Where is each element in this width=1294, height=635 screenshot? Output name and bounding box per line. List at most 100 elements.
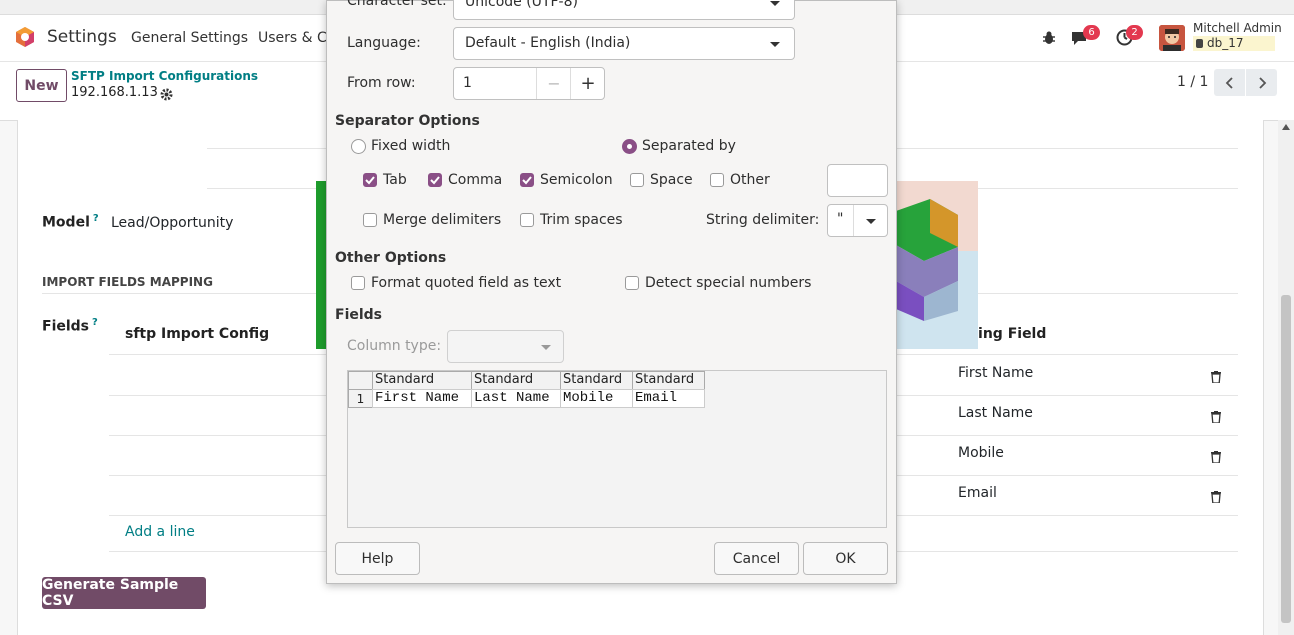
detect-special-numbers-label[interactable]: Detect special numbers: [645, 275, 811, 291]
illustration-cube-image: [894, 181, 978, 349]
trim-spaces-checkbox[interactable]: [520, 213, 534, 227]
grid-column-header[interactable]: Standard: [372, 371, 472, 390]
charset-label: Character set:: [347, 0, 447, 9]
column-type-select[interactable]: [447, 330, 564, 363]
scroll-up-arrow-icon[interactable]: [1282, 124, 1290, 130]
chevron-down-icon: [541, 345, 551, 350]
column-type-label: Column type:: [347, 338, 442, 354]
separated-by-radio[interactable]: [622, 139, 637, 154]
grid-cell[interactable]: Mobile: [560, 389, 633, 408]
mapping-field-cell: Email: [958, 485, 997, 501]
increment-button[interactable]: +: [570, 68, 605, 99]
import-fields-mapping-title: IMPORT FIELDS MAPPING: [42, 275, 213, 289]
decrement-button[interactable]: −: [536, 68, 571, 99]
separator-options-title: Separator Options: [335, 113, 480, 129]
format-quoted-checkbox[interactable]: [351, 276, 365, 290]
trash-icon[interactable]: [1211, 368, 1221, 387]
fields-label: Fields?: [42, 317, 98, 335]
bug-icon[interactable]: [1041, 30, 1057, 46]
user-name[interactable]: Mitchell Admin: [1193, 21, 1282, 35]
string-delimiter-combo[interactable]: ": [827, 204, 888, 237]
ok-button[interactable]: OK: [803, 542, 888, 575]
other-label[interactable]: Other: [730, 172, 770, 188]
language-value: Default - English (India): [465, 35, 631, 51]
gear-icon[interactable]: [160, 86, 173, 101]
odoo-logo-icon[interactable]: [14, 26, 36, 48]
format-quoted-label[interactable]: Format quoted field as text: [371, 275, 561, 291]
model-value[interactable]: Lead/Opportunity: [111, 215, 233, 231]
new-button[interactable]: New: [16, 69, 67, 102]
cancel-button[interactable]: Cancel: [714, 542, 799, 575]
grid-column-header[interactable]: Standard: [560, 371, 633, 390]
trash-icon[interactable]: [1211, 408, 1221, 427]
semicolon-checkbox[interactable]: [520, 173, 534, 187]
db-badge: db_17: [1193, 36, 1275, 51]
grid-cell[interactable]: Last Name: [471, 389, 561, 408]
avatar[interactable]: [1159, 25, 1185, 51]
preview-grid[interactable]: Standard Standard Standard Standard 1 Fi…: [347, 370, 887, 528]
fields-help-icon[interactable]: ?: [92, 317, 98, 328]
other-checkbox[interactable]: [710, 173, 724, 187]
menu-general-settings[interactable]: General Settings: [131, 30, 248, 46]
breadcrumb[interactable]: SFTP Import Configurations: [71, 69, 258, 83]
mapping-field-cell: Mobile: [958, 445, 1004, 461]
fields-title: Fields: [335, 307, 383, 323]
trash-icon[interactable]: [1211, 488, 1221, 507]
comma-label[interactable]: Comma: [448, 172, 502, 188]
detect-special-numbers-checkbox[interactable]: [625, 276, 639, 290]
trash-icon[interactable]: [1211, 448, 1221, 467]
chevron-left-icon: [1225, 76, 1233, 89]
model-help-icon[interactable]: ?: [93, 213, 99, 224]
grid-cell[interactable]: First Name: [372, 389, 472, 408]
semicolon-label[interactable]: Semicolon: [540, 172, 613, 188]
merge-delimiters-label[interactable]: Merge delimiters: [383, 212, 501, 228]
language-label: Language:: [347, 35, 421, 51]
chevron-down-icon: [770, 1, 780, 6]
combo-divider: [853, 205, 854, 236]
pager-value[interactable]: 1 / 1: [1177, 74, 1208, 90]
database-icon: [1196, 39, 1203, 48]
from-row-value[interactable]: 1: [463, 75, 472, 91]
grid-row-number[interactable]: 1: [348, 389, 373, 408]
trim-spaces-label[interactable]: Trim spaces: [540, 212, 623, 228]
grid-column-header[interactable]: Standard: [471, 371, 561, 390]
app-title[interactable]: Settings: [47, 27, 117, 47]
help-button[interactable]: Help: [335, 542, 420, 575]
grid-column-header[interactable]: Standard: [632, 371, 705, 390]
add-a-line-link[interactable]: Add a line: [125, 524, 195, 540]
tab-label[interactable]: Tab: [383, 172, 407, 188]
other-options-title: Other Options: [335, 250, 447, 266]
other-separator-input[interactable]: [827, 164, 888, 197]
charset-select[interactable]: Unicode (UTF-8): [453, 0, 795, 20]
comma-checkbox[interactable]: [428, 173, 442, 187]
fixed-width-radio[interactable]: [351, 139, 366, 154]
grid-corner: [348, 371, 373, 390]
radio-dot: [627, 144, 632, 149]
column-header-left[interactable]: sftp Import Config: [125, 326, 269, 342]
db-name: db_17: [1207, 36, 1244, 50]
language-select[interactable]: Default - English (India): [453, 27, 795, 60]
string-delimiter-value: ": [837, 211, 844, 227]
space-label[interactable]: Space: [650, 172, 693, 188]
grid-cell[interactable]: Email: [632, 389, 705, 408]
activity-count-badge: 2: [1126, 25, 1143, 40]
tab-checkbox[interactable]: [363, 173, 377, 187]
generate-sample-csv-button[interactable]: Generate Sample CSV: [42, 577, 206, 609]
chevron-down-icon[interactable]: [866, 219, 876, 224]
from-row-stepper[interactable]: 1 − +: [453, 67, 605, 100]
page-scrollbar[interactable]: [1278, 120, 1294, 635]
menu-users-companies[interactable]: Users & Co: [258, 30, 335, 46]
pager-next-button[interactable]: [1246, 69, 1277, 96]
mapping-field-cell: First Name: [958, 365, 1034, 381]
merge-delimiters-checkbox[interactable]: [363, 213, 377, 227]
separated-by-label[interactable]: Separated by: [642, 138, 736, 154]
model-label: Model?: [42, 213, 99, 231]
pager-previous-button[interactable]: [1214, 69, 1245, 96]
chat-count-badge: 6: [1083, 25, 1100, 40]
scrollbar-thumb[interactable]: [1281, 295, 1291, 623]
fixed-width-label[interactable]: Fixed width: [371, 138, 450, 154]
mapping-field-cell: Last Name: [958, 405, 1033, 421]
string-delimiter-label: String delimiter:: [706, 212, 820, 228]
charset-value: Unicode (UTF-8): [465, 0, 578, 10]
space-checkbox[interactable]: [630, 173, 644, 187]
